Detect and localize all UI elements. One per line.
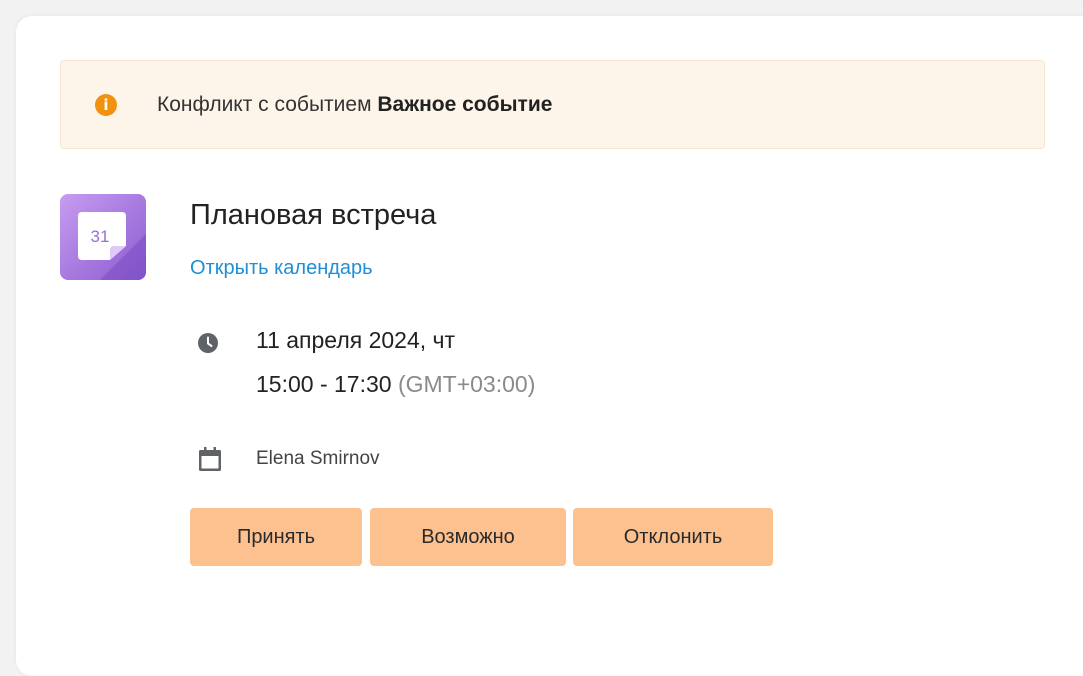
conflict-alert: i Конфликт с событием Важное событие: [60, 60, 1045, 149]
calendar-app-icon: 31: [60, 194, 146, 280]
info-icon: i: [95, 94, 117, 116]
conflict-message: Конфликт с событием Важное событие: [157, 93, 552, 117]
calendar-day-number: 31: [91, 227, 110, 246]
event-organizer: Elena Smirnov: [256, 448, 380, 469]
decline-button[interactable]: Отклонить: [573, 508, 773, 566]
calendar-icon: [199, 447, 221, 471]
event-time-row: 15:00 - 17:30 (GMT+03:00): [256, 371, 535, 398]
accept-button[interactable]: Принять: [190, 508, 362, 566]
event-timezone: (GMT+03:00): [397, 371, 536, 397]
open-calendar-link[interactable]: Открыть календарь: [190, 257, 373, 280]
event-title: Плановая встреча: [190, 199, 437, 231]
event-time: 15:00 - 17:30: [256, 371, 392, 397]
maybe-button[interactable]: Возможно: [370, 508, 566, 566]
clock-icon: [198, 333, 218, 353]
conflict-prefix: Конфликт с событием: [157, 93, 378, 116]
event-date: 11 апреля 2024, чт: [256, 327, 456, 353]
conflict-event-name: Важное событие: [377, 93, 553, 116]
